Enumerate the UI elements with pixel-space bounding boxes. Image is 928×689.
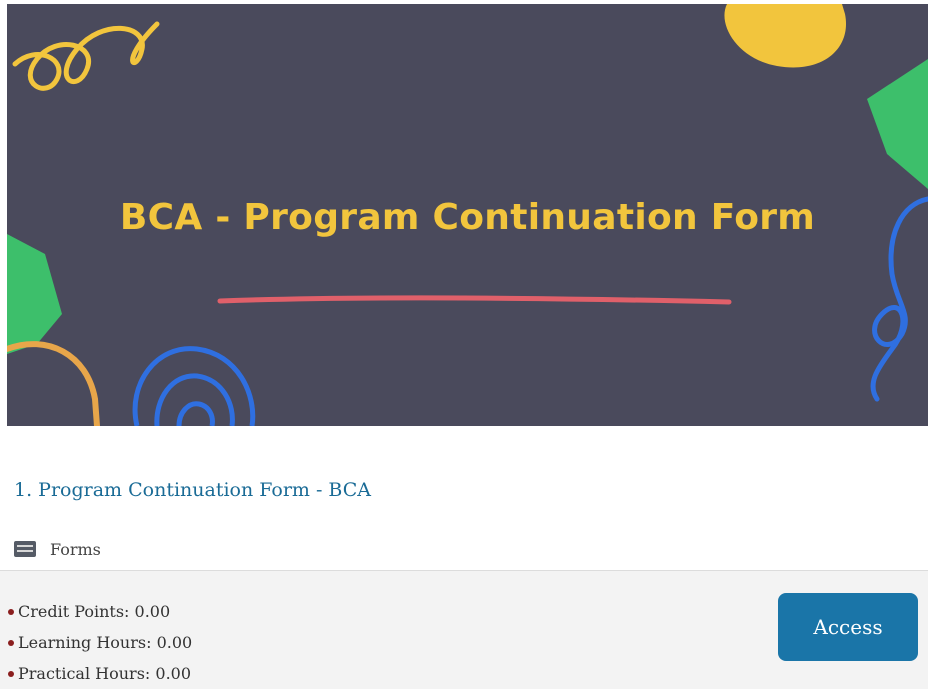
activity-type: Forms: [14, 538, 101, 560]
activity-type-label: Forms: [50, 539, 101, 559]
access-button[interactable]: Access: [778, 593, 918, 661]
practical-hours-item: Practical Hours: 0.00: [8, 658, 192, 689]
banner-title: BCA - Program Continuation Form: [119, 197, 816, 238]
course-banner-image: BCA - Program Continuation Form: [7, 4, 928, 426]
credit-points-label: Credit Points: 0.00: [18, 602, 171, 621]
forms-icon: [14, 541, 36, 557]
course-meta-list: Credit Points: 0.00 Learning Hours: 0.00…: [8, 596, 192, 689]
bullet-icon: [8, 639, 14, 646]
bullet-icon: [8, 670, 14, 677]
learning-hours-item: Learning Hours: 0.00: [8, 627, 192, 658]
course-title-link[interactable]: 1. Program Continuation Form - BCA: [14, 479, 371, 501]
credit-points-item: Credit Points: 0.00: [8, 596, 192, 627]
learning-hours-label: Learning Hours: 0.00: [18, 633, 193, 652]
course-info-panel: Credit Points: 0.00 Learning Hours: 0.00…: [0, 570, 928, 689]
practical-hours-label: Practical Hours: 0.00: [18, 664, 192, 683]
bullet-icon: [8, 608, 14, 615]
